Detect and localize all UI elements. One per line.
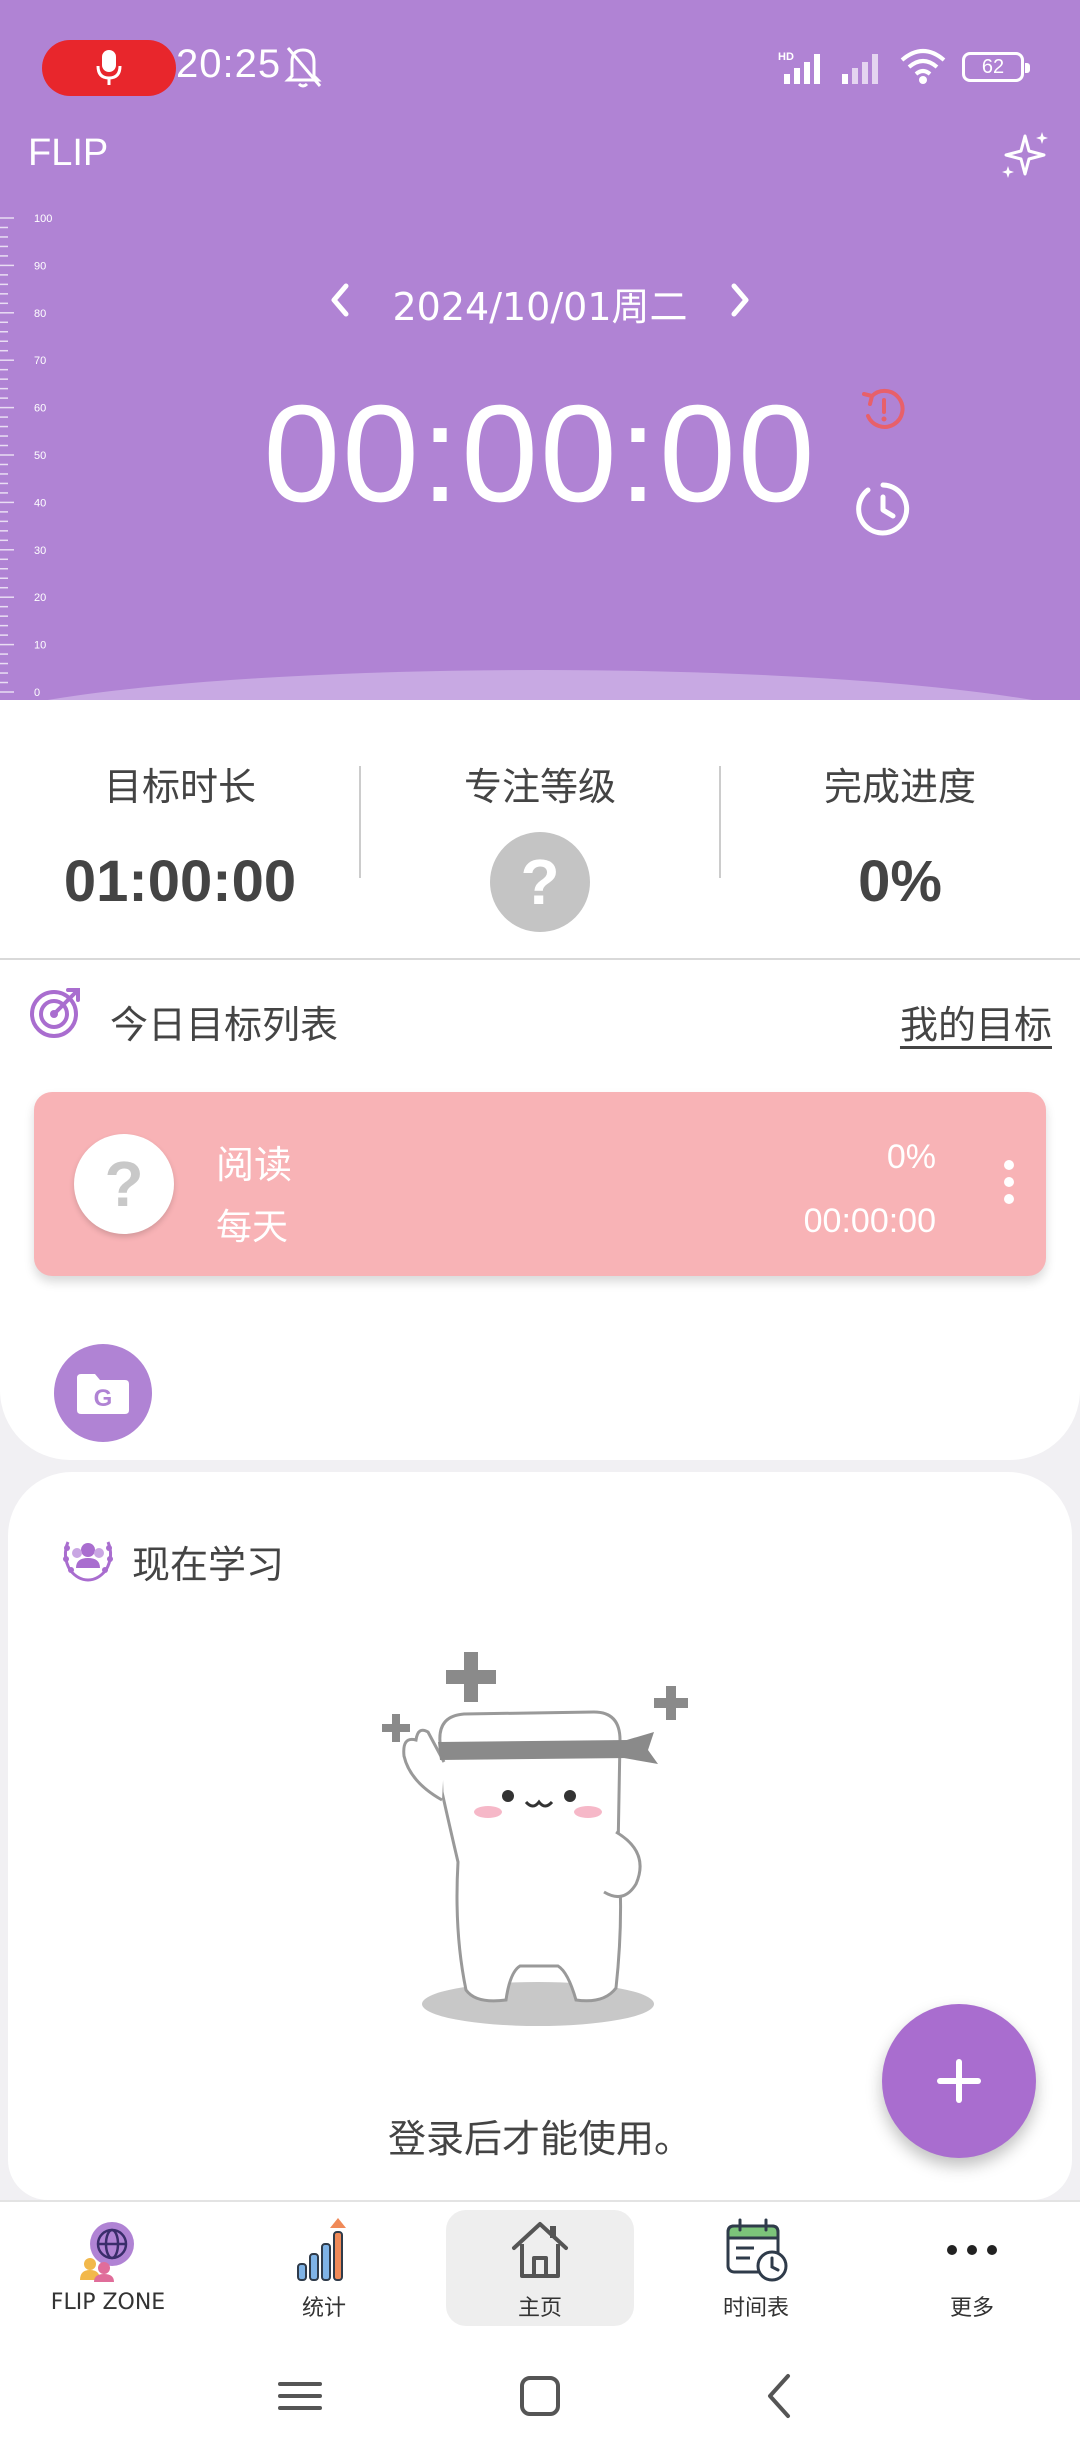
nav-label: 主页 bbox=[517, 2296, 562, 2321]
header-wave bbox=[0, 670, 1080, 700]
globe-people-icon bbox=[80, 2222, 134, 2282]
wifi-icon bbox=[900, 49, 946, 84]
progress-ruler: 1009080706050403020100 bbox=[0, 213, 52, 699]
goal-percent: 0% bbox=[886, 1138, 936, 1176]
target-duration-label: 目标时长 bbox=[103, 765, 256, 809]
target-icon bbox=[30, 988, 80, 1038]
system-navigation-bar bbox=[0, 2330, 1080, 2460]
ruler-label: 70 bbox=[34, 355, 46, 367]
status-bar: 20:25 HD 62 bbox=[0, 0, 1080, 130]
date-selector: 2024/10/01周二 bbox=[320, 270, 760, 330]
calendar-clock-icon bbox=[726, 2218, 788, 2282]
nav-label: 更多 bbox=[949, 2296, 994, 2321]
bar-chart-icon bbox=[297, 2218, 346, 2281]
status-time: 20:25 bbox=[176, 42, 282, 86]
goal-frequency: 每天 bbox=[216, 1207, 289, 1248]
focus-level-badge: ? bbox=[490, 832, 590, 932]
ruler-label: 10 bbox=[34, 640, 46, 652]
ruler-label: 40 bbox=[34, 497, 46, 509]
today-goals-section: 今日目标列表 我的目标 ? 阅读 每天 0% 00:00:00 G bbox=[0, 960, 1080, 1460]
progress-value: 0% bbox=[858, 849, 942, 914]
stats-panel: 目标时长 01:00:00 专注等级 ? 完成进度 0% bbox=[0, 700, 1080, 960]
nav-label: FLIP ZONE bbox=[50, 2290, 166, 2315]
nav-item-more[interactable]: 更多 bbox=[864, 2202, 1080, 2332]
ruler-label: 30 bbox=[34, 545, 46, 557]
ruler-label: 0 bbox=[34, 687, 40, 699]
microphone-icon bbox=[96, 50, 122, 85]
goal-name: 阅读 bbox=[216, 1143, 293, 1187]
chevron-right-icon[interactable] bbox=[720, 276, 760, 324]
progress-stat[interactable]: 完成进度 0% bbox=[720, 700, 1080, 958]
home-icon bbox=[512, 2222, 568, 2278]
ruler-label: 100 bbox=[34, 213, 52, 225]
group-letter: G bbox=[94, 1385, 113, 1412]
home-square-icon[interactable] bbox=[510, 2366, 570, 2426]
study-group-icon bbox=[63, 1541, 113, 1582]
ruler-label: 50 bbox=[34, 450, 46, 462]
app-title: FLIP bbox=[28, 132, 109, 174]
goals-header: 今日目标列表 我的目标 bbox=[0, 960, 1080, 1070]
goal-group-button[interactable]: G bbox=[54, 1344, 152, 1442]
goal-level-avatar: ? bbox=[74, 1134, 174, 1234]
ruler-label: 60 bbox=[34, 403, 46, 415]
signal-icon bbox=[842, 54, 878, 84]
nav-label: 统计 bbox=[301, 2296, 346, 2321]
folder-icon: G bbox=[77, 1374, 129, 1414]
sparkle-icon[interactable] bbox=[998, 128, 1052, 182]
nav-item-home[interactable]: 主页 bbox=[432, 2202, 648, 2332]
add-goal-button[interactable] bbox=[882, 2004, 1036, 2158]
network-badge: HD bbox=[778, 51, 794, 63]
goals-title: 今日目标列表 bbox=[110, 1003, 339, 1047]
more-vertical-icon[interactable] bbox=[1002, 1160, 1016, 1206]
back-icon[interactable] bbox=[750, 2366, 810, 2426]
more-dots-icon bbox=[947, 2245, 997, 2255]
header: 20:25 HD 62 FLIP 100 90 80 70 60 50 40 3… bbox=[0, 0, 1080, 700]
ruler-label: 80 bbox=[34, 308, 46, 320]
signal-hd-icon: HD bbox=[778, 51, 820, 84]
goal-card[interactable]: ? 阅读 每天 0% 00:00:00 bbox=[34, 1092, 1046, 1276]
timer-clock-icon[interactable] bbox=[854, 480, 912, 538]
nav-item-timetable[interactable]: 时间表 bbox=[648, 2202, 864, 2332]
bottom-navigation: FLIP ZONE 统计 主页 时间表 更多 bbox=[0, 2200, 1080, 2332]
progress-label: 完成进度 bbox=[823, 765, 976, 809]
nav-label: 时间表 bbox=[722, 2296, 789, 2321]
target-duration-stat[interactable]: 目标时长 01:00:00 bbox=[0, 700, 360, 958]
recording-indicator[interactable] bbox=[42, 40, 176, 96]
study-now-title: 现在学习 bbox=[132, 1543, 285, 1587]
my-goals-link[interactable]: 我的目标 bbox=[900, 994, 1052, 1049]
ruler-label: 90 bbox=[34, 260, 46, 272]
focus-level-stat[interactable]: 专注等级 ? bbox=[360, 700, 720, 958]
bell-muted-icon bbox=[284, 47, 322, 88]
battery-indicator: 62 bbox=[962, 52, 1030, 82]
current-date[interactable]: 2024/10/01周二 bbox=[380, 276, 700, 331]
menu-icon[interactable] bbox=[270, 2366, 330, 2426]
mascot-illustration bbox=[382, 1652, 688, 2026]
focus-timer: 00:00:00 bbox=[263, 377, 817, 531]
plus-icon bbox=[937, 2059, 981, 2103]
nav-item-stats[interactable]: 统计 bbox=[216, 2202, 432, 2332]
nav-item-flip-zone[interactable]: FLIP ZONE bbox=[0, 2202, 216, 2332]
reset-timer-icon[interactable] bbox=[858, 384, 910, 436]
goal-time: 00:00:00 bbox=[803, 1202, 936, 1240]
focus-level-label: 专注等级 bbox=[463, 765, 616, 809]
chevron-left-icon[interactable] bbox=[320, 276, 360, 324]
target-duration-value: 01:00:00 bbox=[63, 849, 297, 914]
ruler-label: 20 bbox=[34, 592, 46, 604]
